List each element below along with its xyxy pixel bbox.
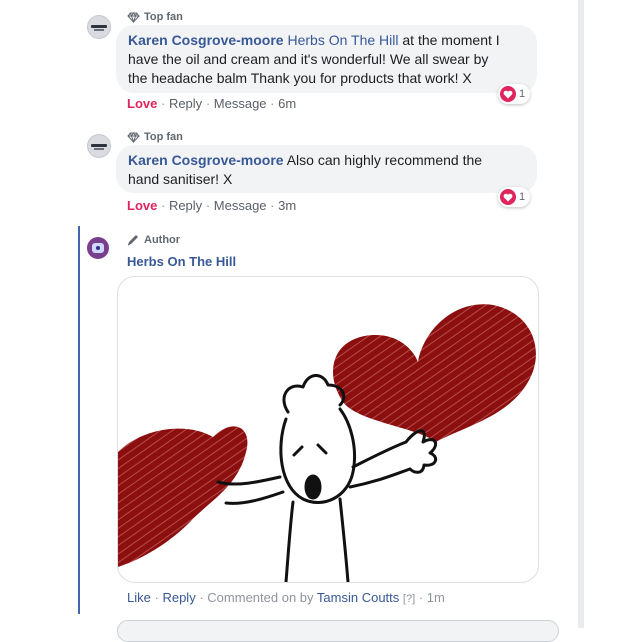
separator: · [418,590,424,605]
separator: · [160,198,166,213]
comments-panel: Top fan Karen Cosgrove-moore Herbs On Th… [0,0,578,642]
badge-label: Top fan [144,131,183,143]
separator: · [205,198,211,213]
reply-image[interactable] [117,276,539,583]
pen-icon [127,235,138,246]
reaction-summary[interactable]: 1 [498,84,531,104]
reply-actions: Like · Reply · Commented on by Tamsin Co… [127,590,445,605]
love-reaction-button[interactable]: Love [127,96,157,111]
hug-drawing-image [118,304,536,582]
like-button[interactable]: Like [127,590,151,605]
separator: · [154,590,159,605]
reply-input-box[interactable] [117,620,559,642]
badge-label: Top fan [144,11,183,23]
mention-link[interactable]: Herbs On The Hill [287,32,398,48]
top-fan-badge: Top fan [127,131,183,143]
comment-actions: Love · Reply · Message · 6m [127,96,296,111]
comment-text: have the oil and cream and it's wonderfu… [128,51,489,67]
reply-button[interactable]: Reply [162,590,195,605]
heart-reaction-icon [500,189,516,205]
separator: · [160,96,166,111]
commenter-avatar[interactable] [87,134,111,158]
reaction-count: 1 [519,191,526,203]
message-button[interactable]: Message [214,96,267,111]
message-button[interactable]: Message [214,198,267,213]
reply-button[interactable]: Reply [169,96,202,111]
comment-author-link[interactable]: Karen Cosgrove-moore [128,32,284,48]
separator: · [199,590,204,605]
comment-line: Karen Cosgrove-moore Also can highly rec… [128,151,525,170]
reaction-count: 1 [519,88,526,100]
comment-text: Also can highly recommend the [286,152,483,168]
comment-bubble: Karen Cosgrove-moore Herbs On The Hill a… [116,25,537,93]
separator: · [205,96,211,111]
separator: · [270,198,275,213]
scrollbar-track[interactable] [578,0,584,628]
reply-button[interactable]: Reply [169,198,202,213]
heart-reaction-icon [500,86,516,102]
commenter-avatar[interactable] [87,15,111,39]
reply-timestamp[interactable]: 1m [427,590,445,605]
reply-thread-line [78,226,80,614]
separator: · [270,96,275,111]
comment-line: Karen Cosgrove-moore Herbs On The Hill a… [128,31,525,50]
help-link[interactable]: [?] [403,593,415,605]
commented-on-by-label: Commented on by [207,590,314,605]
comment-timestamp[interactable]: 6m [278,96,296,111]
badge-label: Author [144,234,181,246]
comment-author-link[interactable]: Karen Cosgrove-moore [128,152,284,168]
love-reaction-button[interactable]: Love [127,198,157,213]
commenter-name-link[interactable]: Tamsin Coutts [317,590,399,605]
author-avatar[interactable] [87,237,109,259]
author-name-link[interactable]: Herbs On The Hill [127,254,236,269]
top-fan-badge: Top fan [127,11,183,23]
comment-bubble: Karen Cosgrove-moore Also can highly rec… [116,145,537,193]
comment-text: hand sanitiser! X [128,171,233,187]
reaction-summary[interactable]: 1 [498,187,531,207]
comment-actions: Love · Reply · Message · 3m [127,198,296,213]
diamond-icon [127,131,140,143]
comment-text: at the moment I [402,32,500,48]
comment-timestamp[interactable]: 3m [278,198,296,213]
author-badge: Author [127,234,180,246]
diamond-icon [127,11,140,23]
comment-text: the headache balm Thank you for products… [128,70,472,86]
